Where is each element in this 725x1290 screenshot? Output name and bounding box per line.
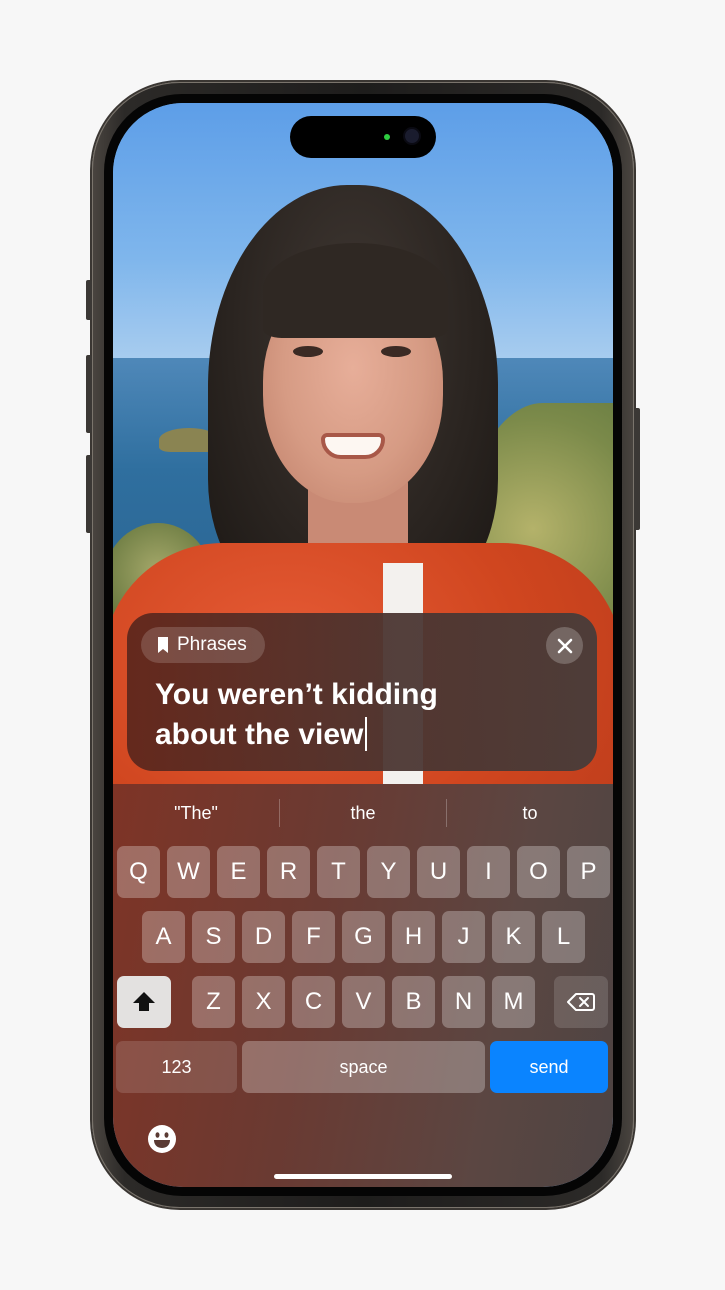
key-y[interactable]: Y	[367, 846, 410, 898]
key-v[interactable]: V	[342, 976, 385, 1028]
key-z[interactable]: Z	[192, 976, 235, 1028]
shift-key[interactable]	[117, 976, 171, 1028]
camera-indicator-icon	[384, 134, 390, 140]
delete-key[interactable]	[554, 976, 608, 1028]
key-f[interactable]: F	[292, 911, 335, 963]
key-g[interactable]: G	[342, 911, 385, 963]
key-n[interactable]: N	[442, 976, 485, 1028]
phrase-line-1: You weren’t kidding	[155, 678, 438, 711]
key-b[interactable]: B	[392, 976, 435, 1028]
key-l[interactable]: L	[542, 911, 585, 963]
numbers-key[interactable]: 123	[116, 1041, 237, 1093]
close-button[interactable]	[546, 627, 583, 664]
key-a[interactable]: A	[142, 911, 185, 963]
shift-icon	[133, 992, 155, 1011]
key-t[interactable]: T	[317, 846, 360, 898]
send-button[interactable]: send	[490, 1041, 608, 1093]
live-speech-phrase-panel: Phrases You weren’t kidding about the vi…	[127, 613, 597, 771]
key-c[interactable]: C	[292, 976, 335, 1028]
volume-down-button	[86, 455, 92, 533]
key-w[interactable]: W	[167, 846, 210, 898]
key-m[interactable]: M	[492, 976, 535, 1028]
close-icon	[557, 638, 572, 653]
key-u[interactable]: U	[417, 846, 460, 898]
backspace-icon	[567, 993, 595, 1011]
phrase-line-2: about the view	[155, 718, 364, 751]
volume-up-button	[86, 355, 92, 433]
key-q[interactable]: Q	[117, 846, 160, 898]
space-key[interactable]: space	[242, 1041, 485, 1093]
key-d[interactable]: D	[242, 911, 285, 963]
key-s[interactable]: S	[192, 911, 235, 963]
key-i[interactable]: I	[467, 846, 510, 898]
key-x[interactable]: X	[242, 976, 285, 1028]
phrases-button[interactable]: Phrases	[141, 627, 265, 663]
suggestion-3[interactable]: to	[447, 784, 613, 842]
predictive-bar: "The" the to	[113, 784, 613, 842]
home-indicator[interactable]	[274, 1174, 452, 1179]
key-o[interactable]: O	[517, 846, 560, 898]
suggestion-1[interactable]: "The"	[113, 784, 279, 842]
phrase-text-field[interactable]: You weren’t kidding about the view	[155, 675, 575, 755]
key-r[interactable]: R	[267, 846, 310, 898]
key-j[interactable]: J	[442, 911, 485, 963]
dynamic-island	[290, 116, 436, 158]
suggestion-2[interactable]: the	[280, 784, 446, 842]
key-p[interactable]: P	[567, 846, 610, 898]
power-button	[634, 408, 640, 530]
screen: Phrases You weren’t kidding about the vi…	[113, 103, 613, 1187]
key-h[interactable]: H	[392, 911, 435, 963]
key-k[interactable]: K	[492, 911, 535, 963]
action-button	[86, 280, 92, 320]
front-camera-icon	[405, 129, 419, 143]
key-e[interactable]: E	[217, 846, 260, 898]
emoji-button[interactable]	[147, 1124, 177, 1154]
phrases-label: Phrases	[177, 634, 247, 655]
emoji-icon	[148, 1125, 176, 1153]
keyboard: "The" the to Q W E R T Y U I O P A S D F…	[113, 784, 613, 1187]
text-caret	[365, 717, 368, 751]
bookmark-icon	[158, 637, 168, 653]
